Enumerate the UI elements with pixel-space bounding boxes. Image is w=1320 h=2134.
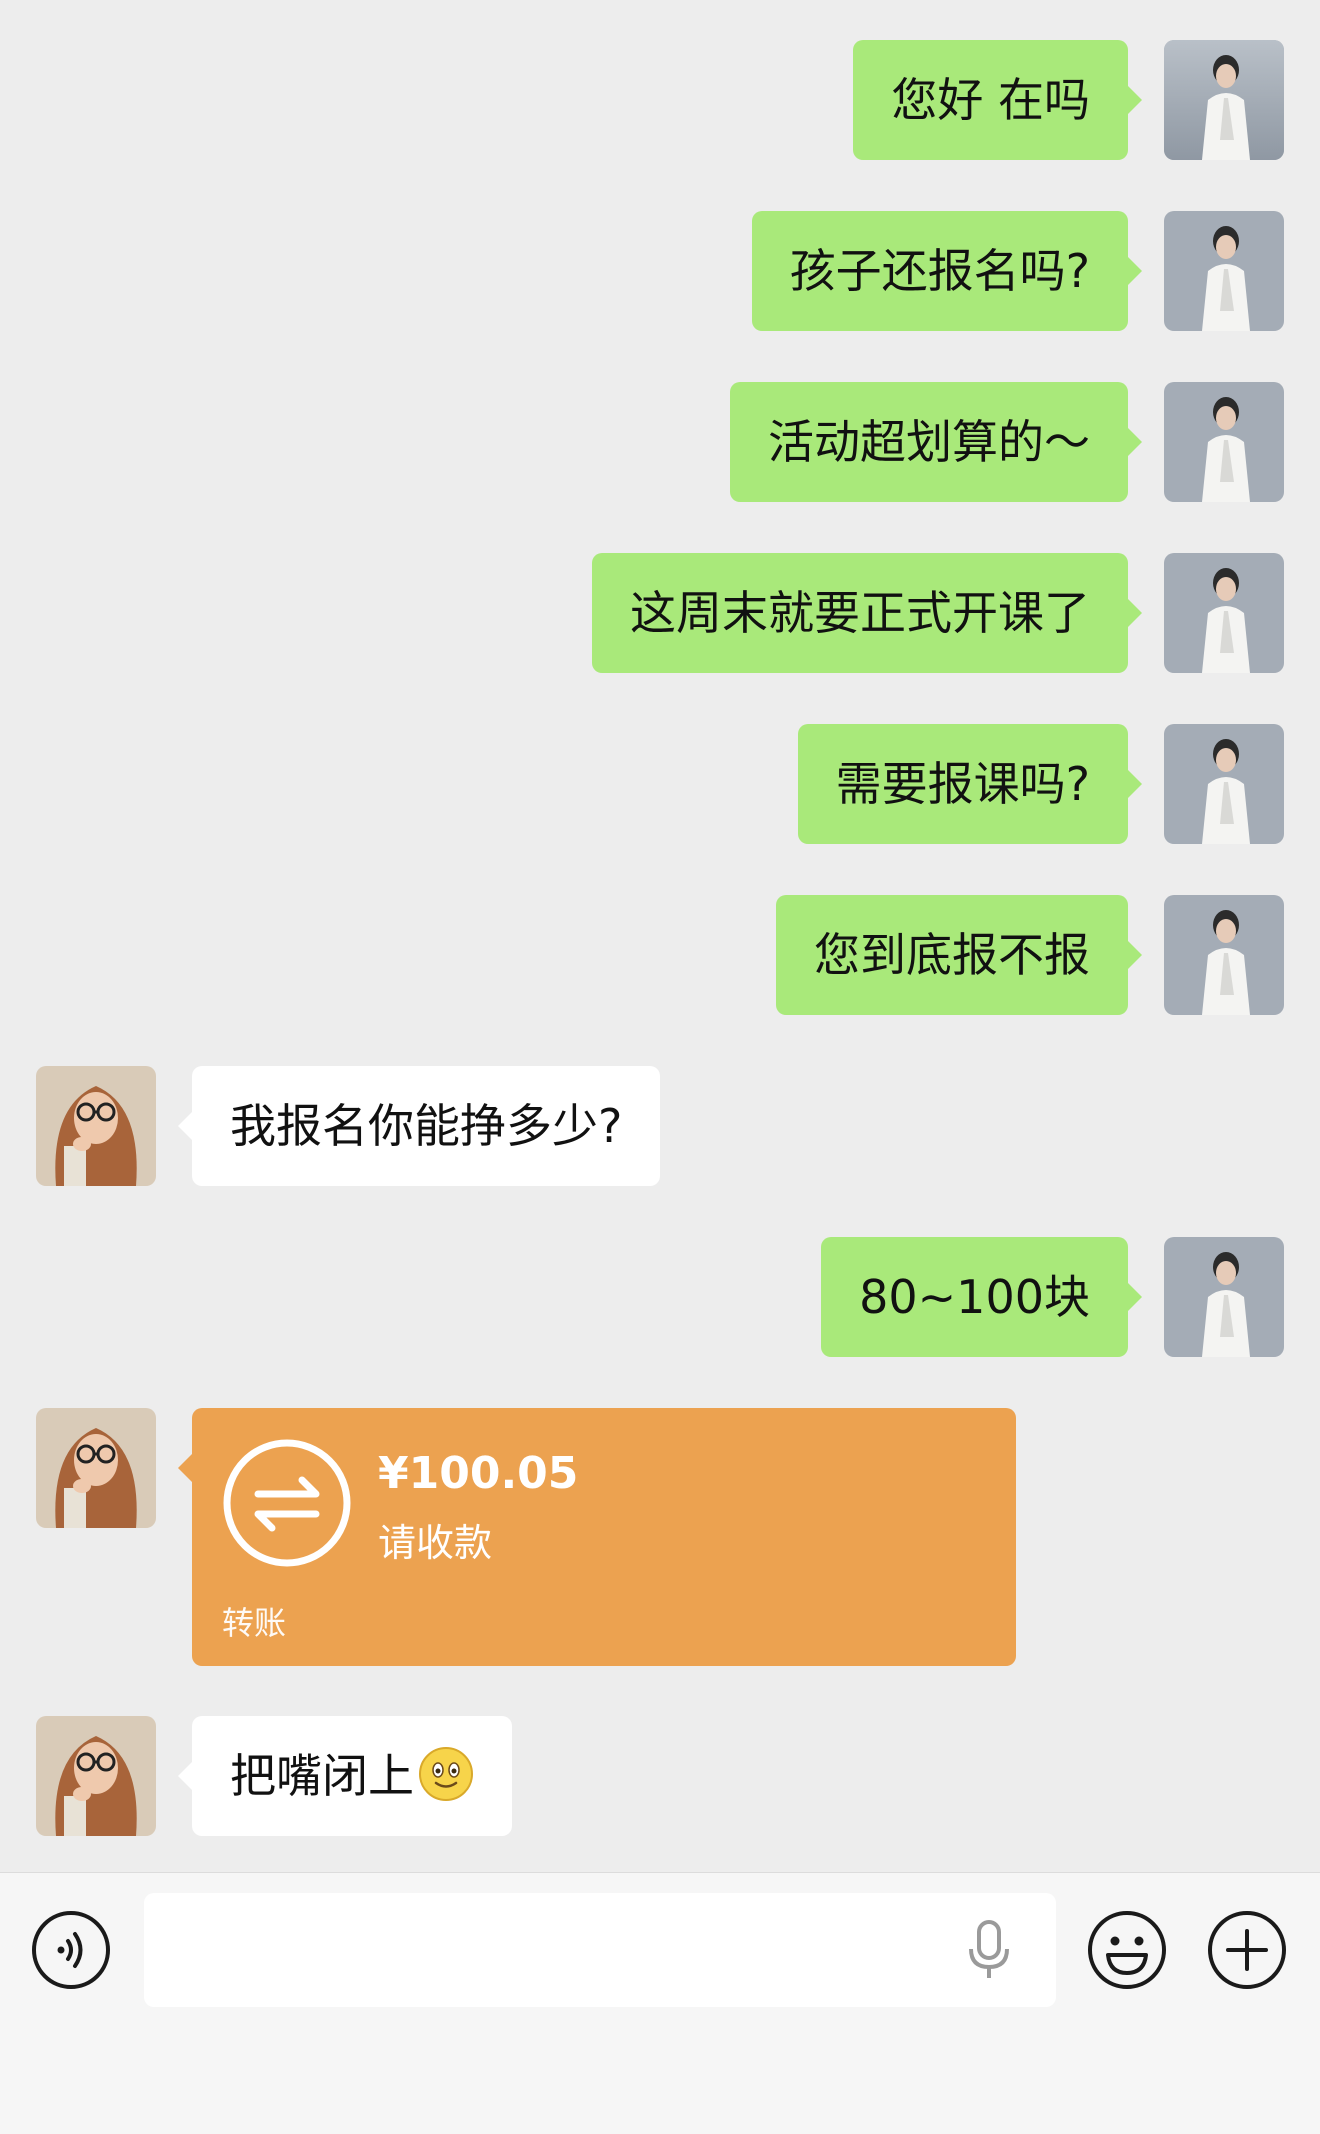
avatar-self[interactable] xyxy=(1164,1237,1284,1357)
avatar-contact[interactable] xyxy=(36,1716,156,1836)
transfer-icon xyxy=(223,1439,351,1567)
message-bubble[interactable]: 80~100块 xyxy=(821,1237,1142,1357)
transfer-note: 请收款 xyxy=(378,1521,493,1565)
message-bubble[interactable]: 孩子还报名吗? xyxy=(751,211,1143,331)
smile-emoji-icon xyxy=(419,1747,473,1801)
outgoing-message: 您好 在吗 xyxy=(853,40,1284,160)
avatar-self[interactable] xyxy=(1164,40,1284,160)
message-bubble[interactable]: 我报名你能挣多少? xyxy=(177,1066,661,1186)
transfer-amount: ¥100.05 xyxy=(378,1448,579,1499)
message-input[interactable] xyxy=(144,1893,1056,2007)
incoming-message: 把嘴闭上 xyxy=(36,1716,512,1836)
incoming-message: 我报名你能挣多少? xyxy=(36,1066,661,1186)
outgoing-message: 您到底报不报 xyxy=(776,895,1284,1015)
outgoing-message: 孩子还报名吗? xyxy=(751,211,1284,331)
avatar-self[interactable] xyxy=(1164,211,1284,331)
avatar-self[interactable] xyxy=(1164,553,1284,673)
avatar-contact[interactable] xyxy=(36,1066,156,1186)
message-text: 把嘴闭上 xyxy=(230,1749,414,1803)
message-bubble[interactable]: 把嘴闭上 xyxy=(178,1716,512,1836)
microphone-icon[interactable] xyxy=(964,1919,1014,1981)
outgoing-message: 需要报课吗? xyxy=(797,724,1284,844)
plus-icon[interactable] xyxy=(1206,1909,1288,1991)
incoming-message: ¥100.05 请收款 转账 xyxy=(36,1408,1016,1666)
message-bubble[interactable]: 需要报课吗? xyxy=(797,724,1143,844)
message-bubble[interactable]: 这周末就要正式开课了 xyxy=(592,553,1142,673)
avatar-self[interactable] xyxy=(1164,724,1284,844)
emoji-icon[interactable] xyxy=(1086,1909,1168,1991)
transfer-label: 转账 xyxy=(222,1604,287,1642)
avatar-self[interactable] xyxy=(1164,382,1284,502)
outgoing-message: 80~100块 xyxy=(821,1237,1284,1357)
chat-message-list[interactable]: 您好 在吗 孩子还报名吗? 活动超划算的～ 这周末就要正式开课了 需要报课吗? … xyxy=(0,0,1320,1872)
outgoing-message: 活动超划算的～ xyxy=(730,382,1284,502)
transfer-card[interactable]: ¥100.05 请收款 转账 xyxy=(178,1408,1016,1666)
message-bubble[interactable]: 您到底报不报 xyxy=(776,895,1142,1015)
outgoing-message: 这周末就要正式开课了 xyxy=(592,553,1284,673)
avatar-contact[interactable] xyxy=(36,1408,156,1528)
message-bubble[interactable]: 活动超划算的～ xyxy=(730,382,1142,502)
avatar-self[interactable] xyxy=(1164,895,1284,1015)
input-bar xyxy=(0,1872,1320,2134)
voice-icon[interactable] xyxy=(30,1909,112,1991)
message-bubble[interactable]: 您好 在吗 xyxy=(853,40,1142,160)
